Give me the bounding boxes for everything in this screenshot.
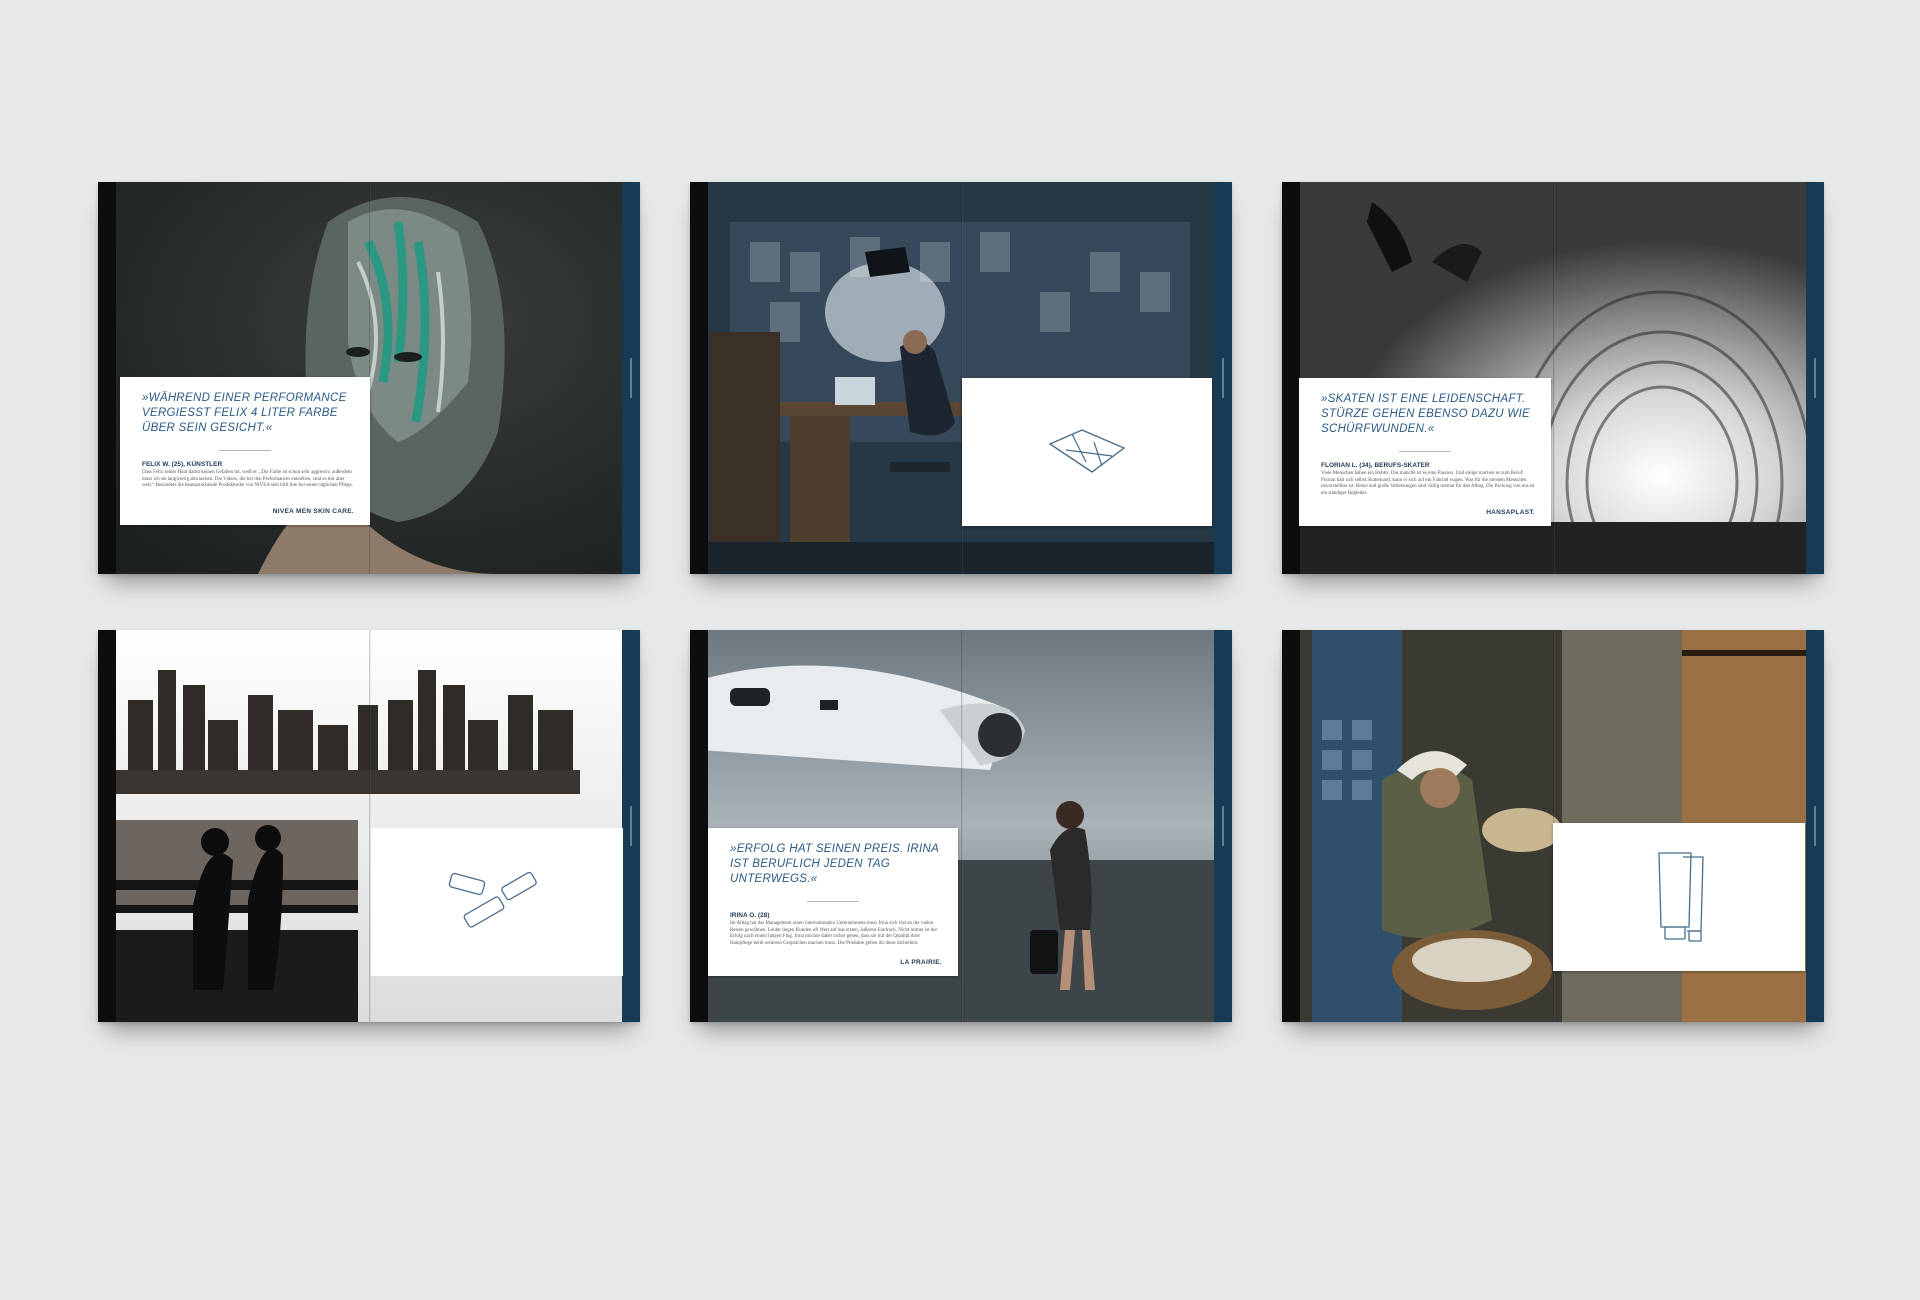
person-name: FLORIAN L. (34), BERUFS-SKATER <box>1321 462 1430 469</box>
page-edge-right <box>622 182 640 574</box>
page-edge-left <box>690 182 708 574</box>
quote-text: »Erfolg hat seinen Preis. Irina ist beru… <box>730 843 939 885</box>
page-edge-right <box>1806 182 1824 574</box>
spread-desk <box>690 182 1232 574</box>
brand-name: NIVEA MEN SKIN CARE. <box>272 508 354 515</box>
folded-paper-icon <box>1048 429 1126 473</box>
page-edge-left <box>690 630 708 1022</box>
quote-text: »Skaten ist eine Leidenschaft. Stürze ge… <box>1321 393 1531 435</box>
cream-tube-icon <box>1658 852 1704 942</box>
page-edge-left <box>1282 630 1300 1022</box>
spread-felix: »Während einer Performance vergiesst Fel… <box>98 182 640 574</box>
person-name: IRINA O. (28) <box>730 912 770 919</box>
page-edge-right <box>1806 630 1824 1022</box>
divider <box>807 901 859 902</box>
lip-balm-sticks-icon <box>448 871 537 928</box>
body-text: Dass Felix seiner Haut damit keinen Gefa… <box>142 470 353 488</box>
quote-card: »Während einer Performance vergiesst Fel… <box>120 377 370 525</box>
page-edge-right <box>622 630 640 1022</box>
divider <box>1399 451 1451 452</box>
spread-skater: »Skaten ist eine Leidenschaft. Stürze ge… <box>1282 182 1824 574</box>
spread-market <box>1282 630 1824 1022</box>
spread-jet: »Erfolg hat seinen Preis. Irina ist beru… <box>690 630 1232 1022</box>
quote-card: »Skaten ist eine Leidenschaft. Stürze ge… <box>1299 378 1551 526</box>
product-card <box>1553 823 1805 971</box>
spread-skyline <box>98 630 640 1022</box>
page-edge-left <box>98 182 116 574</box>
page-edge-left <box>98 630 116 1022</box>
body-text: Im Alltag hat das Management einen inter… <box>730 921 938 946</box>
product-card <box>962 378 1212 526</box>
page-edge-right <box>1214 630 1232 1022</box>
page-edge-left <box>1282 182 1300 574</box>
product-card <box>371 828 623 976</box>
person-name: FELIX W. (25), KÜNSTLER <box>142 461 223 468</box>
divider <box>219 450 271 451</box>
quote-text: »Während einer Performance vergiesst Fel… <box>142 392 347 434</box>
page-edge-right <box>1214 182 1232 574</box>
brand-name: HANSAPLAST. <box>1486 509 1535 516</box>
quote-card: »Erfolg hat seinen Preis. Irina ist beru… <box>708 828 958 976</box>
body-text: Viele Menschen haben ein Hobby. Das manc… <box>1321 471 1535 496</box>
brand-name: LA PRAIRIE. <box>900 959 942 966</box>
